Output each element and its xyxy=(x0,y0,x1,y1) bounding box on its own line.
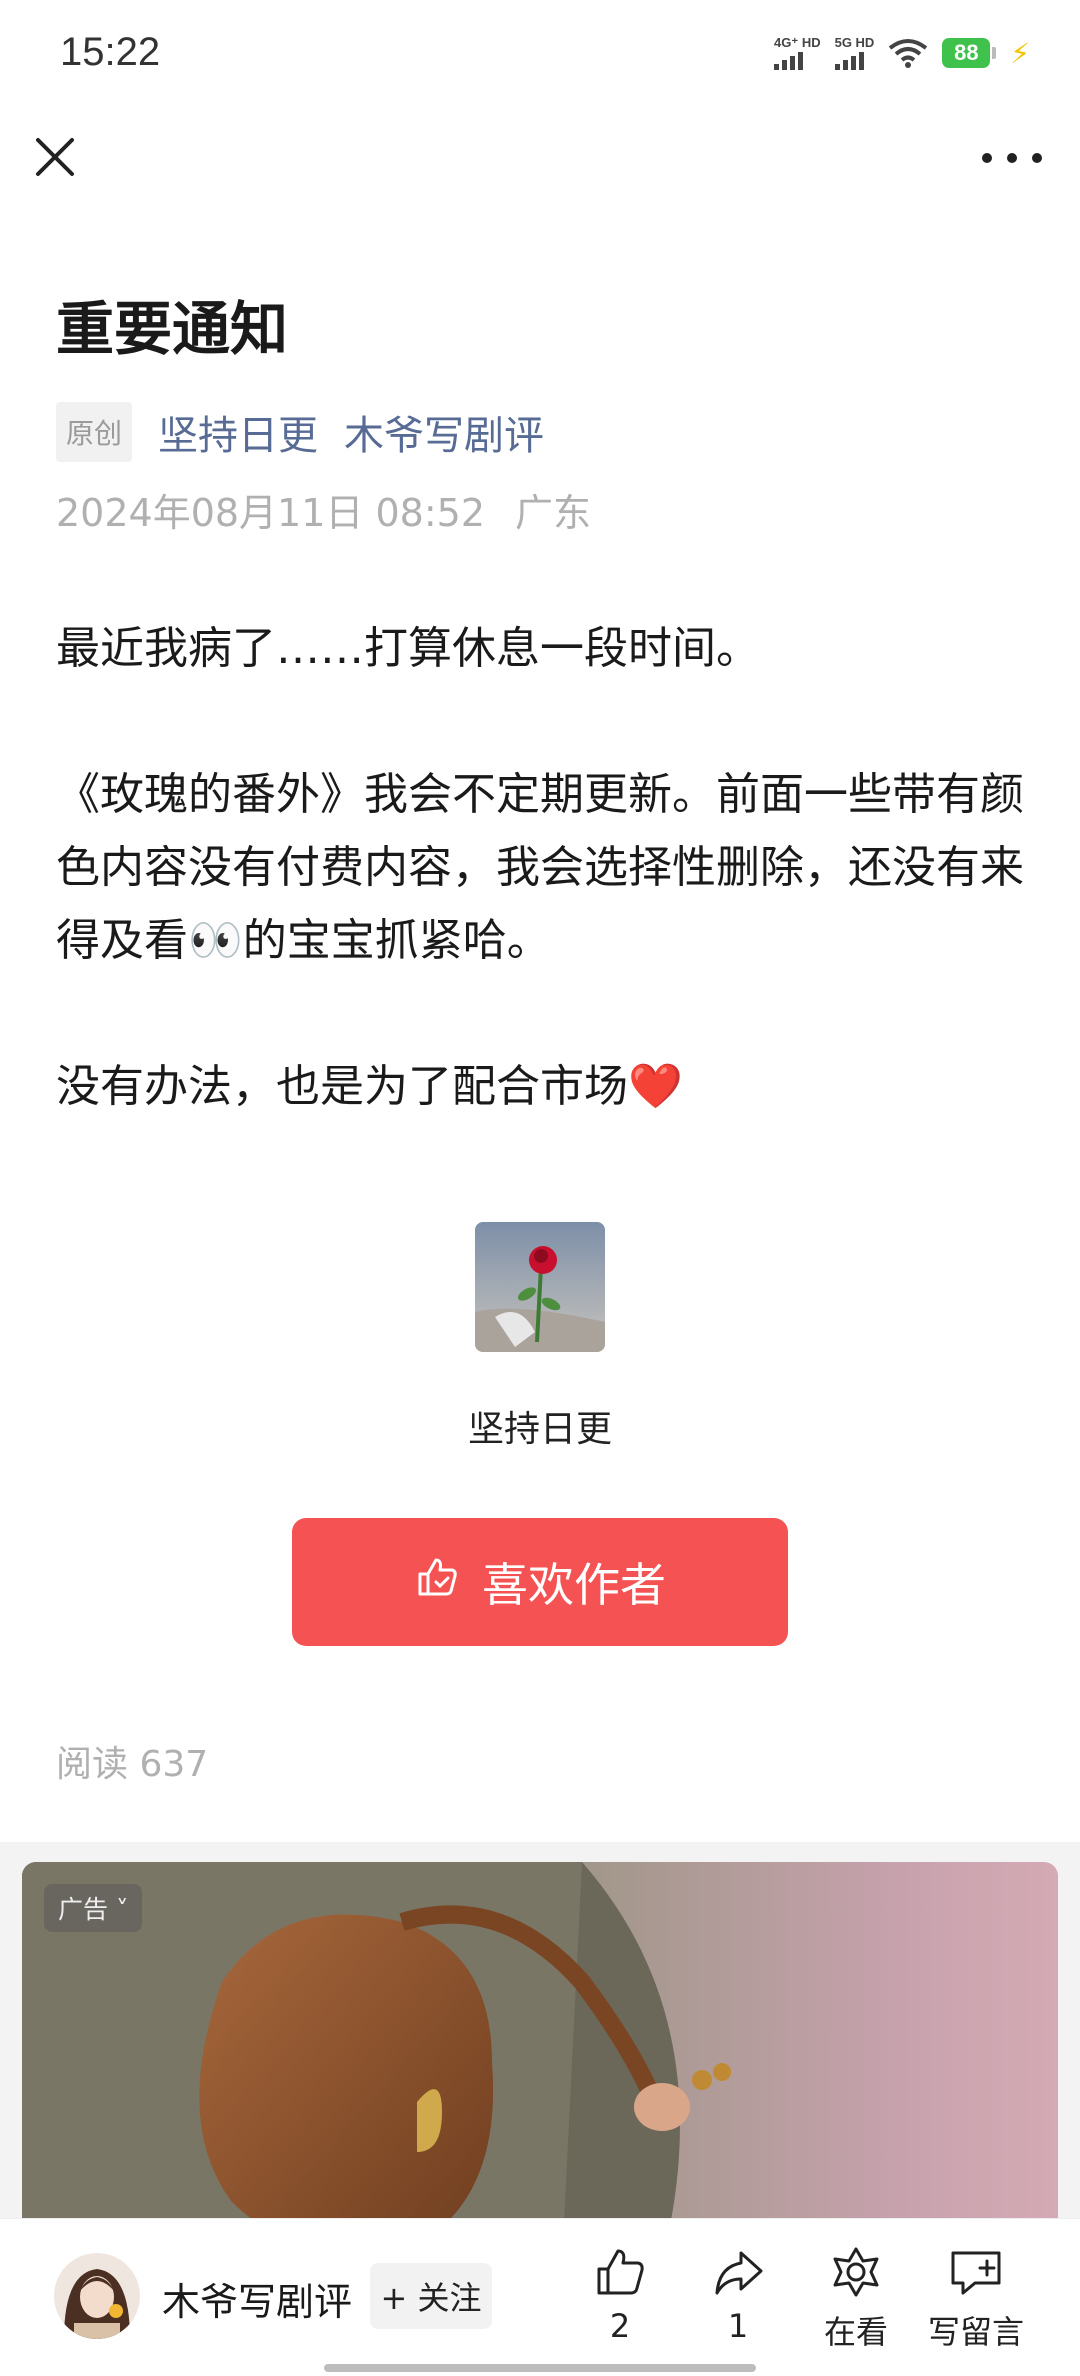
status-icons: 4G⁺ HD 5G HD 88 ⚡ xyxy=(774,36,1030,70)
more-icon[interactable] xyxy=(982,138,1042,178)
paragraph: 没有办法，也是为了配合市场❤️ xyxy=(56,1061,683,1112)
bottom-bar: 木爷写剧评 + 关注 2 1 在看 写留言 xyxy=(0,2218,1080,2376)
wow-icon xyxy=(796,2245,916,2299)
wow-action[interactable]: 在看 xyxy=(796,2245,916,2353)
home-indicator[interactable] xyxy=(324,2364,756,2372)
like-author-label: 喜欢作者 xyxy=(482,1558,666,1612)
like-author-button[interactable]: 喜欢作者 xyxy=(292,1518,788,1646)
ad-container: 广告 ˅ xyxy=(0,1842,1080,2262)
signal-label: 5G HD xyxy=(834,35,875,50)
article-body: 最近我病了……打算休息一段时间。 《玫瑰的番外》我会不定期更新。前面一些带有颜色… xyxy=(56,612,1036,1196)
signal-icon: 4G⁺ HD xyxy=(774,36,821,70)
author-name[interactable]: 木爷写剧评 xyxy=(162,2271,352,2326)
signal-label: 4G⁺ HD xyxy=(774,35,821,50)
comment-action[interactable]: 写留言 xyxy=(916,2245,1036,2353)
like-count: 2 xyxy=(609,2307,631,2345)
comment-icon xyxy=(916,2245,1036,2299)
author-link[interactable]: 木爷写剧评 xyxy=(344,403,544,461)
status-bar: 15:22 4G⁺ HD 5G HD 88 ⚡ xyxy=(0,0,1080,110)
wifi-icon xyxy=(888,38,928,68)
signal-icon: 5G HD xyxy=(834,35,875,70)
sticker-caption: 坚持日更 xyxy=(467,1409,612,1450)
publish-date: 2024年08月11日 08:52 xyxy=(56,491,486,535)
share-icon xyxy=(678,2245,798,2299)
column-link[interactable]: 坚持日更 xyxy=(158,403,318,461)
status-time: 15:22 xyxy=(60,30,161,74)
publish-info: 2024年08月11日 08:52 广东 xyxy=(56,482,591,537)
publish-location: 广东 xyxy=(515,491,592,535)
battery-icon: 88 xyxy=(942,38,997,68)
wow-label: 在看 xyxy=(823,2313,888,2351)
follow-button[interactable]: + 关注 xyxy=(370,2263,492,2329)
ad-image[interactable]: 广告 ˅ xyxy=(22,1862,1058,2262)
original-tag: 原创 xyxy=(56,402,133,462)
share-action[interactable]: 1 xyxy=(678,2245,798,2345)
read-count: 阅读 637 xyxy=(56,1744,209,1785)
close-icon[interactable] xyxy=(30,132,80,182)
comment-label: 写留言 xyxy=(927,2313,1024,2351)
paragraph: 最近我病了……打算休息一段时间。 xyxy=(56,623,760,674)
article-meta: 原创 坚持日更 木爷写剧评 xyxy=(56,402,544,462)
top-nav xyxy=(0,120,1080,200)
ad-badge[interactable]: 广告 ˅ xyxy=(44,1884,143,1932)
page-title: 重要通知 xyxy=(56,295,289,363)
share-count: 1 xyxy=(727,2307,749,2345)
paragraph: 《玫瑰的番外》我会不定期更新。前面一些带有颜色内容没有付费内容，我会选择性删除，… xyxy=(56,769,1024,966)
thumbs-up-icon xyxy=(414,1554,460,1611)
rose-sticker-image xyxy=(475,1222,605,1352)
charging-icon: ⚡ xyxy=(1010,36,1030,70)
avatar[interactable] xyxy=(54,2253,140,2339)
like-action[interactable]: 2 xyxy=(560,2245,680,2345)
like-icon xyxy=(560,2245,680,2299)
